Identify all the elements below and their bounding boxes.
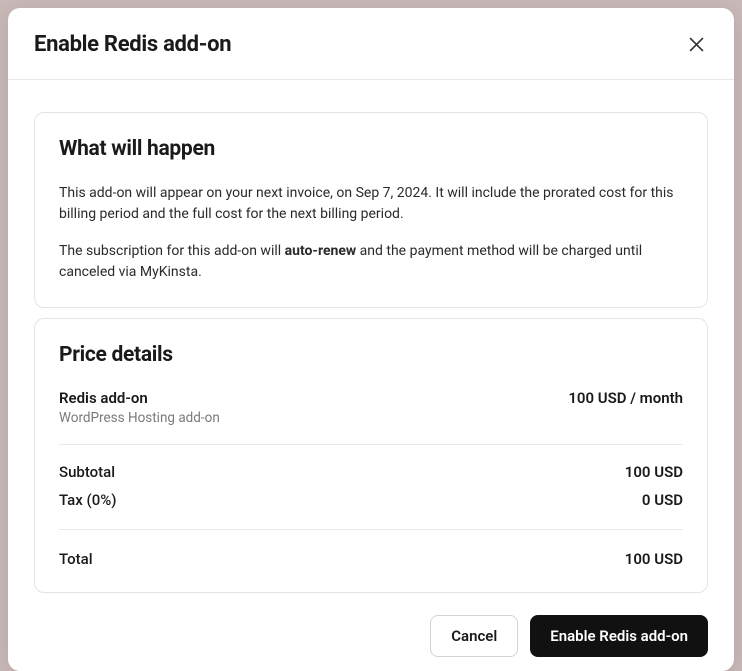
close-icon [689,37,704,52]
price-breakdown: Subtotal 100 USD Tax (0%) 0 USD [59,463,683,530]
total-row: Total 100 USD [59,550,683,568]
subscription-text-bold: auto-renew [285,243,357,259]
subtotal-label: Subtotal [59,463,115,481]
subtotal-value: 100 USD [625,463,683,481]
price-item-left: Redis add-on WordPress Hosting add-on [59,389,220,426]
info-description-1: This add-on will appear on your next inv… [59,183,683,225]
info-card: What will happen This add-on will appear… [34,112,708,308]
modal-footer: Cancel Enable Redis add-on [8,607,734,671]
cancel-button[interactable]: Cancel [430,615,518,657]
close-button[interactable] [685,33,708,56]
modal-body: What will happen This add-on will appear… [8,80,734,607]
confirm-button[interactable]: Enable Redis add-on [530,615,708,657]
price-item-name: Redis add-on [59,389,220,407]
price-item-value: 100 USD / month [568,389,683,407]
modal-title: Enable Redis add-on [34,32,231,57]
subtotal-row: Subtotal 100 USD [59,463,683,481]
price-item: Redis add-on WordPress Hosting add-on 10… [59,389,683,445]
tax-label: Tax (0%) [59,491,117,509]
total-value: 100 USD [625,550,683,568]
price-card-title: Price details [59,343,683,367]
modal-header: Enable Redis add-on [8,8,734,80]
tax-row: Tax (0%) 0 USD [59,491,683,509]
subscription-text-pre: The subscription for this add-on will [59,243,285,259]
info-description-2: The subscription for this add-on will au… [59,241,683,283]
modal-dialog: Enable Redis add-on What will happen Thi… [8,8,734,671]
price-card: Price details Redis add-on WordPress Hos… [34,318,708,593]
info-card-title: What will happen [59,137,683,161]
total-label: Total [59,550,93,568]
price-item-subtitle: WordPress Hosting add-on [59,410,220,426]
tax-value: 0 USD [642,491,683,509]
